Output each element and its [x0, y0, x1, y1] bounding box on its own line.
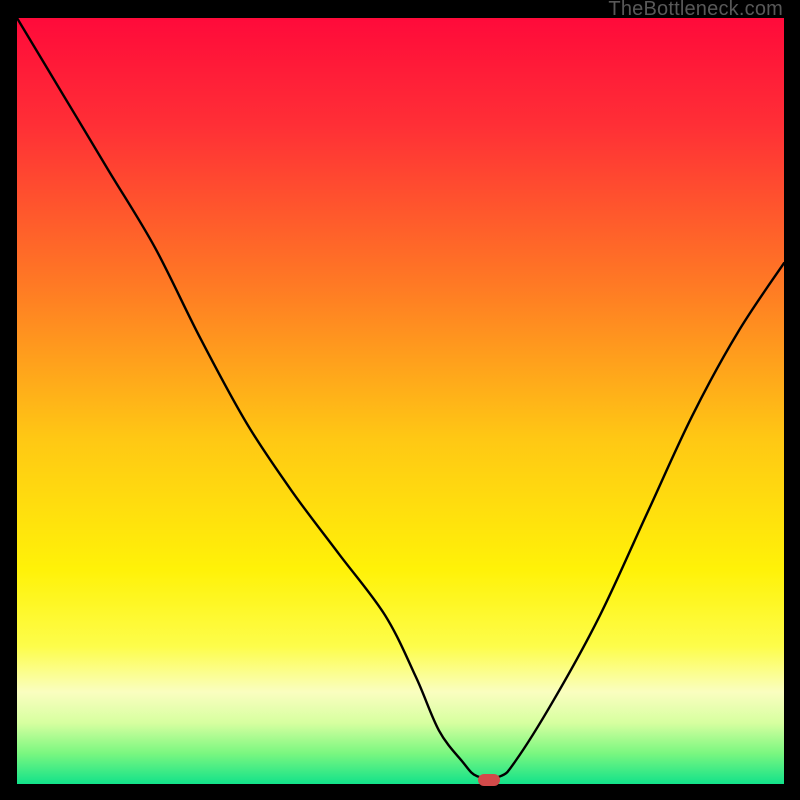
chart-root: TheBottleneck.com — [0, 0, 800, 800]
optimal-point-marker — [478, 774, 500, 786]
plot-background — [17, 18, 784, 784]
watermark-text: TheBottleneck.com — [608, 0, 783, 21]
